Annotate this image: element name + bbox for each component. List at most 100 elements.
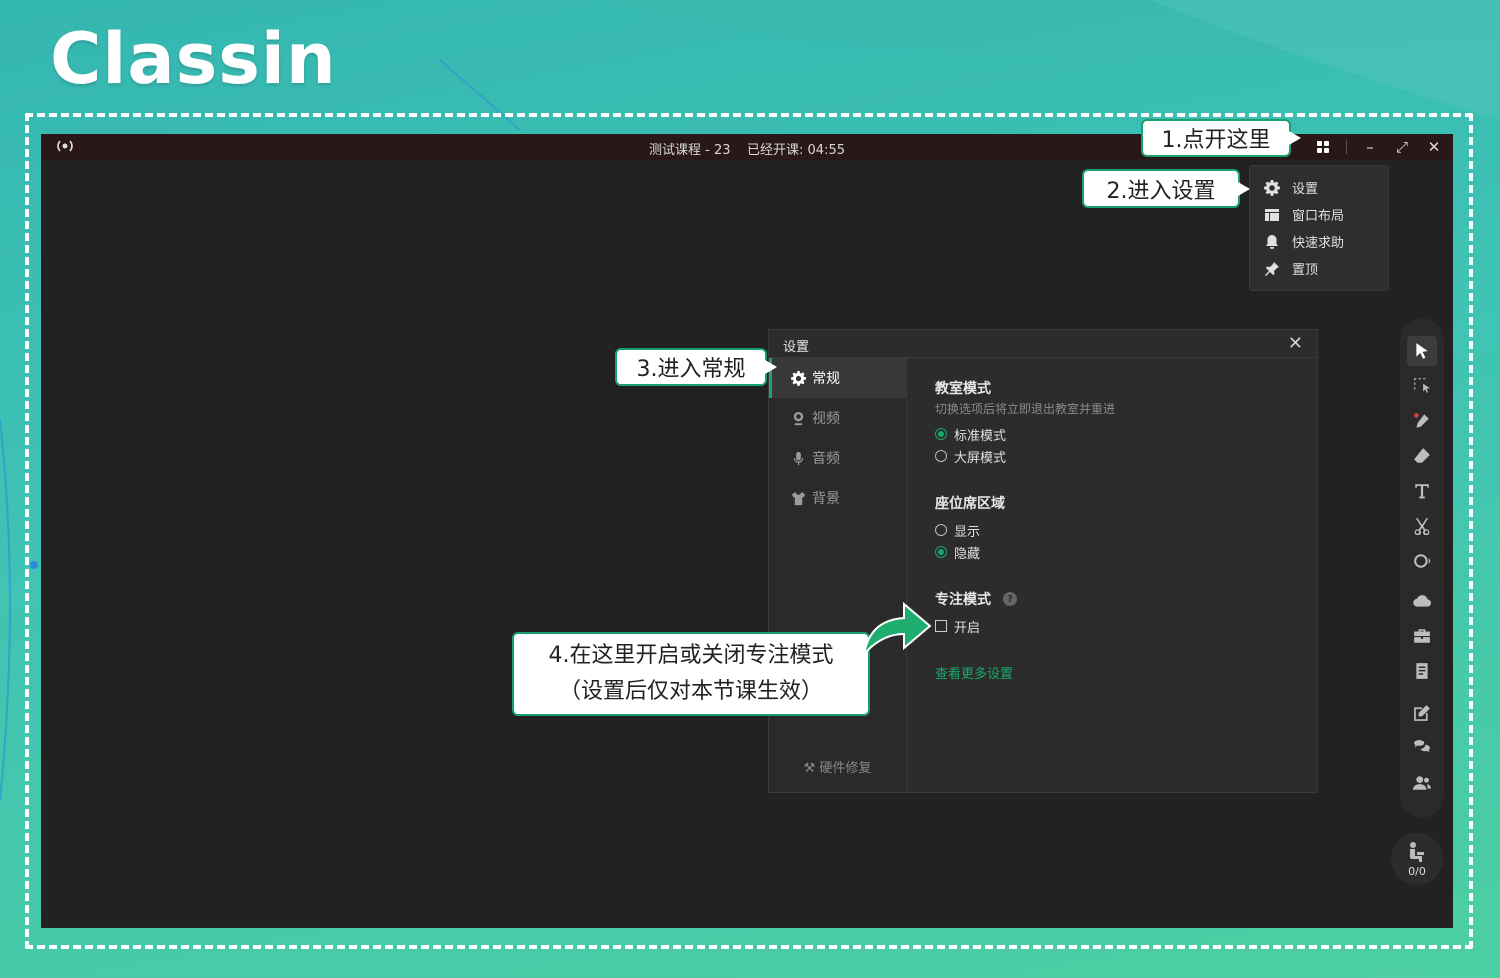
hardware-fix-link[interactable]: ⚒ 硬件修复 — [769, 757, 906, 776]
option-label: 开启 — [954, 620, 981, 636]
menu-dropdown: 设置 窗口布局 快速求助 置顶 — [1249, 165, 1389, 291]
menu-item-label: 快速求助 — [1292, 236, 1345, 251]
radio-unselected — [935, 450, 947, 462]
callout-step-1: 1.点开这里 — [1141, 119, 1301, 157]
select-tool[interactable] — [1407, 371, 1437, 401]
tab-label: 音频 — [812, 451, 840, 467]
menu-item-label: 设置 — [1292, 182, 1319, 197]
notebook-icon — [1416, 663, 1428, 679]
scissors-tool[interactable] — [1407, 511, 1437, 541]
tab-video[interactable]: 视频 — [769, 398, 906, 438]
radio-seat-hide[interactable]: 隐藏 — [935, 541, 1307, 563]
tab-general[interactable]: 常规 — [769, 358, 906, 398]
eraser-tool[interactable] — [1407, 441, 1437, 471]
classroom-mode-title: 教室模式 — [935, 381, 991, 397]
selection-icon — [1414, 378, 1430, 393]
callout-step-2: 2.进入设置 — [1082, 169, 1250, 208]
tab-audio[interactable]: 音频 — [769, 438, 906, 478]
radio-large-screen-mode[interactable]: 大屏模式 — [935, 445, 1307, 467]
pen-tool[interactable] — [1407, 406, 1437, 436]
gear-icon — [791, 370, 806, 386]
option-label: 隐藏 — [954, 546, 981, 562]
option-label: 标准模式 — [954, 428, 1007, 444]
checkbox-focus-mode[interactable]: 开启 — [935, 615, 1307, 637]
members-tool[interactable] — [1407, 768, 1437, 798]
tab-label: 背景 — [812, 491, 840, 507]
app-window: 测试课程 - 23 已经开课: 04:55 – ⤢ ✕ 设置 窗口布局 快速求助 — [41, 134, 1453, 928]
menu-item-pin[interactable]: 置顶 — [1250, 255, 1388, 282]
eraser-icon — [1414, 448, 1430, 463]
help-icon[interactable]: ? — [1003, 592, 1017, 606]
toolbox-tool[interactable] — [1407, 621, 1437, 651]
chat-icon — [1414, 740, 1430, 753]
seat-area-title: 座位席区域 — [935, 496, 1005, 512]
scissors-icon — [1414, 518, 1430, 535]
bell-icon — [1266, 234, 1278, 249]
menu-grid-button[interactable] — [1314, 137, 1332, 157]
callout-step-3: 3.进入常规 — [615, 348, 777, 386]
settings-sidebar: 常规 视频 音频 背景 ⚒ 硬件修复 — [769, 358, 907, 792]
close-window-button[interactable]: ✕ — [1425, 137, 1443, 157]
seat-count: 0/0 — [1408, 865, 1426, 878]
menu-item-settings[interactable]: 设置 — [1250, 174, 1388, 201]
cloud-tool[interactable] — [1407, 586, 1437, 616]
radio-seat-show[interactable]: 显示 — [935, 519, 1307, 541]
option-label: 显示 — [954, 524, 981, 540]
course-name: 测试课程 - 23 — [648, 143, 731, 158]
mic-icon — [793, 451, 804, 465]
notes-tool[interactable] — [1407, 656, 1437, 686]
settings-content: 教室模式 切换选项后将立即退出教室并重进 标准模式 大屏模式 座位席区域 显示 … — [935, 378, 1307, 682]
toolbox-icon — [1414, 629, 1430, 643]
shirt-icon — [791, 491, 806, 505]
camera-icon — [793, 411, 804, 425]
tab-label: 视频 — [812, 411, 840, 427]
pin-icon — [1265, 261, 1279, 276]
close-icon[interactable]: ✕ — [1288, 333, 1303, 354]
users-icon — [1413, 776, 1431, 790]
separator — [1346, 140, 1347, 154]
seat-counter-button[interactable]: 0/0 — [1391, 833, 1443, 885]
settings-title: 设置 — [783, 340, 810, 355]
pointer-arrow-icon — [862, 601, 932, 658]
settings-dialog: 设置 ✕ 常规 视频 音频 背景 ⚒ 硬件修复 教室模式 切换选项后将立即退出教… — [768, 329, 1318, 793]
focus-mode-title: 专注模式 ? — [935, 589, 1307, 609]
shape-tool[interactable] — [1407, 546, 1437, 576]
radio-standard-mode[interactable]: 标准模式 — [935, 423, 1307, 445]
grid-icon — [1317, 141, 1329, 153]
tab-label: 常规 — [812, 371, 840, 387]
classroom-mode-desc: 切换选项后将立即退出教室并重进 — [935, 402, 1116, 416]
minimize-button[interactable]: – — [1361, 137, 1379, 157]
pointer-tool[interactable] — [1407, 336, 1437, 366]
focus-mode-label: 专注模式 — [935, 592, 991, 608]
wrench-icon: ⚒ — [803, 761, 816, 776]
pen-icon — [1414, 413, 1429, 428]
menu-item-help[interactable]: 快速求助 — [1250, 228, 1388, 255]
menu-item-label: 置顶 — [1292, 263, 1319, 278]
edit-icon — [1414, 705, 1430, 721]
edit-tool[interactable] — [1407, 698, 1437, 728]
checkbox-box — [935, 620, 947, 632]
menu-item-layout[interactable]: 窗口布局 — [1250, 201, 1388, 228]
radio-unselected — [935, 524, 947, 536]
text-icon — [1415, 484, 1429, 499]
layout-icon — [1265, 208, 1279, 221]
circle-icon — [1414, 554, 1431, 568]
text-tool[interactable] — [1407, 476, 1437, 506]
cursor-icon — [1416, 343, 1428, 359]
callout-step-4: 4.在这里开启或关闭专注模式 （设置后仅对本节课生效） — [512, 632, 870, 716]
seat-icon — [1410, 842, 1424, 862]
tool-sidebar — [1400, 318, 1444, 818]
cloud-icon — [1413, 595, 1431, 607]
chat-tool[interactable] — [1407, 733, 1437, 763]
option-label: 大屏模式 — [954, 450, 1007, 466]
elapsed-time: 已经开课: 04:55 — [747, 143, 845, 158]
callout-step-4-line2: （设置后仅对本节课生效） — [558, 679, 823, 704]
fullscreen-button[interactable]: ⤢ — [1393, 137, 1411, 157]
gear-icon — [1264, 179, 1280, 196]
more-settings-link[interactable]: 查看更多设置 — [935, 663, 1307, 682]
window-controls: – ⤢ ✕ — [1314, 137, 1443, 157]
hardware-fix-label: 硬件修复 — [819, 761, 872, 776]
menu-item-label: 窗口布局 — [1292, 209, 1345, 224]
tab-background[interactable]: 背景 — [769, 478, 906, 518]
classin-logo: Classin — [50, 18, 337, 100]
